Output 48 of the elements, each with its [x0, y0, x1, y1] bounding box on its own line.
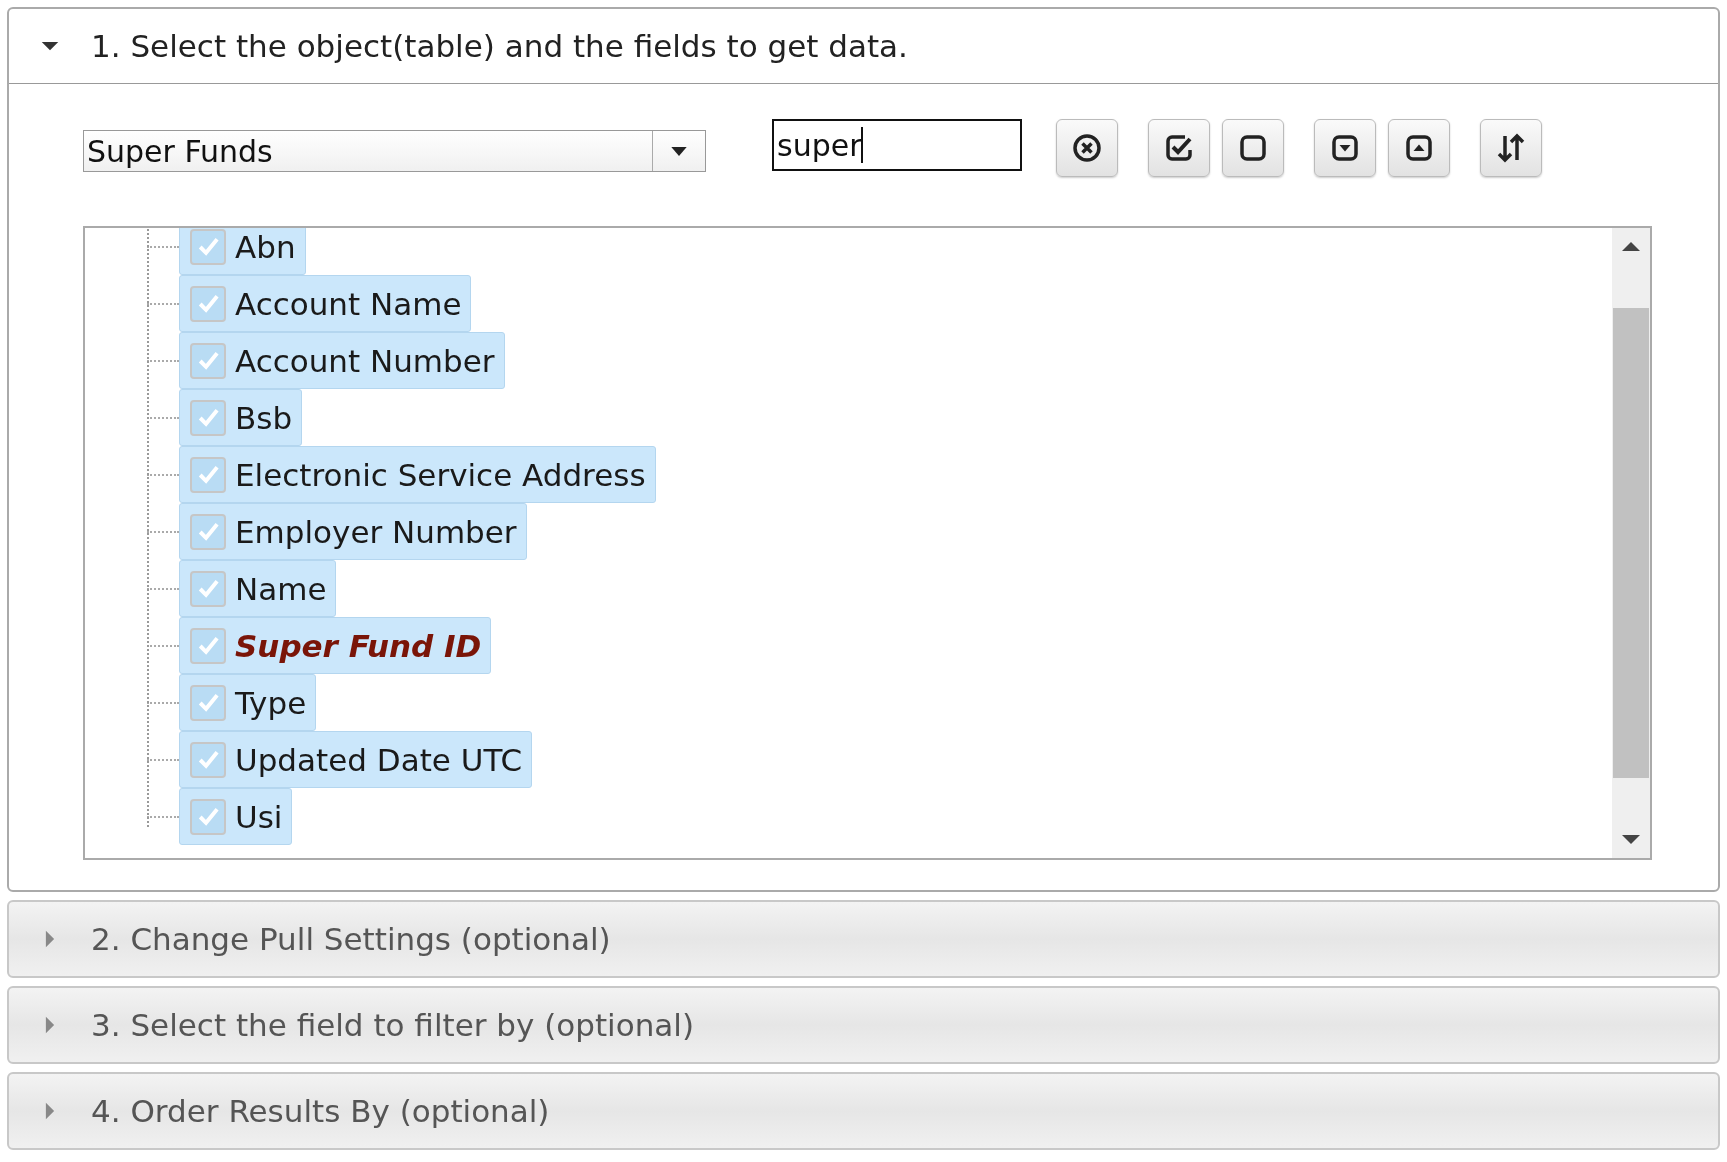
checkbox[interactable]	[190, 741, 226, 778]
down-box-icon	[1329, 132, 1361, 164]
sort-icon	[1495, 132, 1527, 164]
close-icon	[1071, 132, 1103, 164]
check-all-button[interactable]	[1148, 119, 1210, 177]
field-item[interactable]: Account Name	[179, 275, 472, 332]
up-box-icon	[1403, 132, 1435, 164]
field-item[interactable]: Employer Number	[179, 503, 527, 560]
expand-all-button[interactable]	[1314, 119, 1376, 177]
section-title: 4. Order Results By (optional)	[91, 1093, 550, 1129]
object-dropdown[interactable]: Super Funds	[83, 130, 706, 172]
checkbox[interactable]	[190, 513, 226, 550]
field-item[interactable]: Type	[179, 674, 317, 731]
checkbox[interactable]	[190, 399, 226, 436]
checked-box-icon	[1163, 132, 1195, 164]
checkbox[interactable]	[190, 798, 226, 835]
section-header[interactable]: 1. Select the object(table) and the fields to get data.	[9, 9, 1718, 84]
checkbox[interactable]	[190, 456, 226, 493]
section-title: 1. Select the object(table) and the fields to get data.	[91, 28, 908, 64]
section-title: 3. Select the field to filter by (optional)	[91, 1007, 695, 1043]
section-header[interactable]: 3. Select the field to filter by (optional)	[9, 988, 1718, 1062]
caret-icon	[670, 145, 688, 157]
checkbox[interactable]	[190, 684, 226, 721]
checkbox[interactable]	[190, 627, 226, 664]
section-header[interactable]: 2. Change Pull Settings (optional)	[9, 902, 1718, 976]
collapse-all-button[interactable]	[1388, 119, 1450, 177]
sort-button[interactable]	[1480, 119, 1542, 177]
field-item[interactable]: Super Fund ID	[179, 617, 492, 674]
field-item[interactable]: Bsb	[179, 389, 303, 446]
field-item[interactable]: Electronic Service Address	[179, 446, 656, 503]
field-item[interactable]: Abn	[179, 228, 306, 275]
checkbox[interactable]	[190, 342, 226, 379]
scroll-up-icon[interactable]	[1621, 240, 1641, 252]
search-field[interactable]: super	[772, 119, 1022, 171]
empty-box-icon	[1237, 132, 1269, 164]
field-item[interactable]: Updated Date UTC	[179, 731, 533, 788]
scroll-down-icon[interactable]	[1621, 834, 1641, 846]
field-item[interactable]: Name	[179, 560, 337, 617]
uncheck-all-button[interactable]	[1222, 119, 1284, 177]
clear-button[interactable]	[1056, 119, 1118, 177]
checkbox[interactable]	[190, 285, 226, 322]
scrollbar[interactable]	[1612, 228, 1650, 858]
field-item[interactable]: Account Number	[179, 332, 505, 389]
section-header[interactable]: 4. Order Results By (optional)	[9, 1074, 1718, 1148]
checkbox[interactable]	[190, 228, 226, 265]
section-title: 2. Change Pull Settings (optional)	[91, 921, 611, 957]
checkbox[interactable]	[190, 570, 226, 607]
field-item[interactable]: Usi	[179, 788, 293, 845]
